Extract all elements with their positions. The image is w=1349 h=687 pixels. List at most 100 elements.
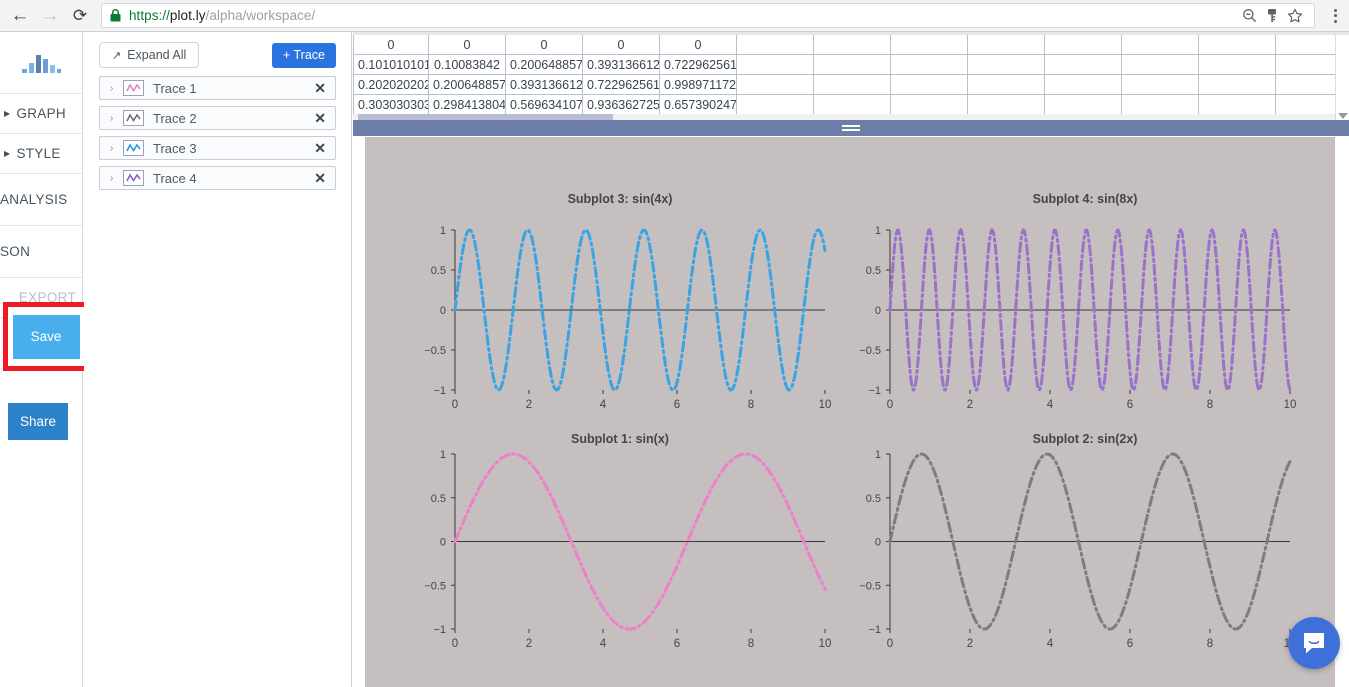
share-button[interactable]: Share xyxy=(8,403,68,440)
table-cell[interactable]: 0 xyxy=(505,34,583,55)
table-cell[interactable]: 0.10083842 xyxy=(428,54,506,75)
plot-canvas[interactable]: Subplot 3: sin(4x) −1 −0.5 0 0.5 1 0 2 4 6 8 10 Su… xyxy=(365,137,1335,687)
table-cell[interactable]: 0 xyxy=(659,34,737,55)
table-cell-empty[interactable] xyxy=(1198,74,1276,95)
table-cell-empty[interactable] xyxy=(890,74,968,95)
sidebar-item-style[interactable]: ▶ STYLE xyxy=(0,134,82,174)
trace-row[interactable]: › Trace 1 ✕ xyxy=(99,76,336,100)
table-cell-empty[interactable] xyxy=(967,54,1045,75)
back-arrow-icon[interactable]: ← xyxy=(5,1,35,31)
table-cell-empty[interactable] xyxy=(967,34,1045,55)
trace-label: Trace 2 xyxy=(153,110,197,126)
three-dots-menu-icon[interactable] xyxy=(1321,0,1349,32)
table-cell-empty[interactable] xyxy=(736,34,814,55)
url-host: plot.ly xyxy=(169,8,206,23)
table-cell-empty[interactable] xyxy=(967,94,1045,115)
trace-row[interactable]: › Trace 4 ✕ xyxy=(99,166,336,190)
expand-all-button[interactable]: ↗ Expand All xyxy=(99,42,200,68)
trace-row[interactable]: › Trace 2 ✕ xyxy=(99,106,336,130)
star-icon[interactable] xyxy=(1284,5,1306,27)
table-cell[interactable]: 0.393136612 xyxy=(505,74,583,95)
table-cell-empty[interactable] xyxy=(890,34,968,55)
key-icon[interactable] xyxy=(1261,5,1283,27)
data-grid[interactable]: 0 0 0 0 0 0.101010101 0.10083842 0.200648857 0.3… xyxy=(353,34,1349,115)
table-cell[interactable]: 0.998971172 xyxy=(659,74,737,95)
scroll-down-arrow-icon[interactable] xyxy=(1338,113,1348,119)
table-cell-empty[interactable] xyxy=(1121,34,1199,55)
table-cell-empty[interactable] xyxy=(1044,94,1122,115)
subplot-4[interactable]: Subplot 4: sin(8x) −1 −0.5 0 0.5 1 0 2 4 6 8 10 xyxy=(855,192,1315,422)
close-icon[interactable]: ✕ xyxy=(313,81,327,95)
table-cell[interactable]: 0.722962561 xyxy=(582,74,660,95)
table-cell[interactable]: 0 xyxy=(428,34,506,55)
table-row[interactable]: 0.101010101 0.10083842 0.200648857 0.393136… xyxy=(353,54,1349,75)
chevron-right-icon[interactable]: › xyxy=(110,113,123,124)
table-cell[interactable]: 0.298413804 xyxy=(428,94,506,115)
line-chart-icon xyxy=(123,80,144,96)
table-cell-empty[interactable] xyxy=(1044,34,1122,55)
chevron-right-icon[interactable]: › xyxy=(110,173,123,184)
subplot-2[interactable]: Subplot 2: sin(2x) −1−0.500.510246810 xyxy=(855,432,1315,667)
y-axis-tick-label: −1 xyxy=(433,624,446,636)
table-cell-empty[interactable] xyxy=(1121,74,1199,95)
table-cell-empty[interactable] xyxy=(813,94,891,115)
table-cell[interactable]: 0.722962561 xyxy=(659,54,737,75)
table-row[interactable]: 00000 xyxy=(353,34,1349,55)
table-cell-empty[interactable] xyxy=(1044,74,1122,95)
table-cell-empty[interactable] xyxy=(736,54,814,75)
add-trace-button[interactable]: + Trace xyxy=(271,42,336,68)
table-cell-empty[interactable] xyxy=(813,74,891,95)
grid-vertical-scrollbar[interactable] xyxy=(1335,35,1349,121)
x-axis-tick-label: 2 xyxy=(526,399,532,411)
table-cell-empty[interactable] xyxy=(813,54,891,75)
zoom-out-icon[interactable] xyxy=(1238,5,1260,27)
subplot-1[interactable]: Subplot 1: sin(x) −1 −0.5 0 0.5 1 0 2 4 6 8 10 xyxy=(385,432,855,667)
table-cell-empty[interactable] xyxy=(890,54,968,75)
table-cell-empty[interactable] xyxy=(967,74,1045,95)
forward-arrow-icon[interactable]: → xyxy=(35,1,65,31)
table-cell-empty[interactable] xyxy=(736,94,814,115)
save-button[interactable]: Save xyxy=(12,314,80,359)
sidebar-item-analysis[interactable]: ANALYSIS xyxy=(0,174,82,226)
plotly-bar-logo[interactable] xyxy=(0,32,82,94)
chevron-right-icon[interactable]: › xyxy=(110,143,123,154)
table-row[interactable]: 0.303030303 0.298413804 0.569634107 0.93636… xyxy=(353,94,1349,115)
table-cell-empty[interactable] xyxy=(1198,54,1276,75)
table-cell[interactable]: 0.202020202 xyxy=(353,74,429,95)
chevron-right-icon[interactable]: › xyxy=(110,83,123,94)
table-cell[interactable]: 0.200648857 xyxy=(428,74,506,95)
table-cell[interactable]: 0.393136612 xyxy=(582,54,660,75)
table-cell[interactable]: 0 xyxy=(582,34,660,55)
close-icon[interactable]: ✕ xyxy=(313,111,327,125)
reload-icon[interactable]: ⟳ xyxy=(65,1,95,31)
subplot-3[interactable]: Subplot 3: sin(4x) −1 −0.5 0 0.5 1 0 2 4 6 8 10 xyxy=(385,192,855,422)
sidebar-item-label-analysis: ANALYSIS xyxy=(0,192,68,207)
sidebar-item-json[interactable]: SON xyxy=(0,226,82,278)
table-cell[interactable]: 0.936362725 xyxy=(582,94,660,115)
y-axis-tick-label: −0.5 xyxy=(859,345,881,357)
table-cell-empty[interactable] xyxy=(1198,34,1276,55)
table-cell[interactable]: 0.303030303 xyxy=(353,94,429,115)
chat-bubble-icon[interactable] xyxy=(1288,617,1340,669)
expand-arrows-icon: ↗ xyxy=(112,49,122,62)
table-cell-empty[interactable] xyxy=(1044,54,1122,75)
table-cell-empty[interactable] xyxy=(1121,54,1199,75)
table-cell-empty[interactable] xyxy=(813,34,891,55)
table-cell-empty[interactable] xyxy=(736,74,814,95)
table-cell-empty[interactable] xyxy=(1198,94,1276,115)
close-icon[interactable]: ✕ xyxy=(313,141,327,155)
close-icon[interactable]: ✕ xyxy=(313,171,327,185)
table-cell[interactable]: 0.569634107 xyxy=(505,94,583,115)
table-cell-empty[interactable] xyxy=(1121,94,1199,115)
table-cell-empty[interactable] xyxy=(890,94,968,115)
address-bar[interactable]: https://plot.ly/alpha/workspace/ xyxy=(101,3,1315,28)
table-cell[interactable]: 0.200648857 xyxy=(505,54,583,75)
y-axis-tick-label: −1 xyxy=(868,385,881,397)
table-cell[interactable]: 0.657390247 xyxy=(659,94,737,115)
sidebar-item-graph[interactable]: ▶ GRAPH xyxy=(0,94,82,134)
table-cell[interactable]: 0 xyxy=(353,34,429,55)
trace-row[interactable]: › Trace 3 ✕ xyxy=(99,136,336,160)
panel-splitter[interactable] xyxy=(353,120,1349,136)
table-row[interactable]: 0.202020202 0.200648857 0.393136612 0.72296… xyxy=(353,74,1349,95)
table-cell[interactable]: 0.101010101 xyxy=(353,54,429,75)
